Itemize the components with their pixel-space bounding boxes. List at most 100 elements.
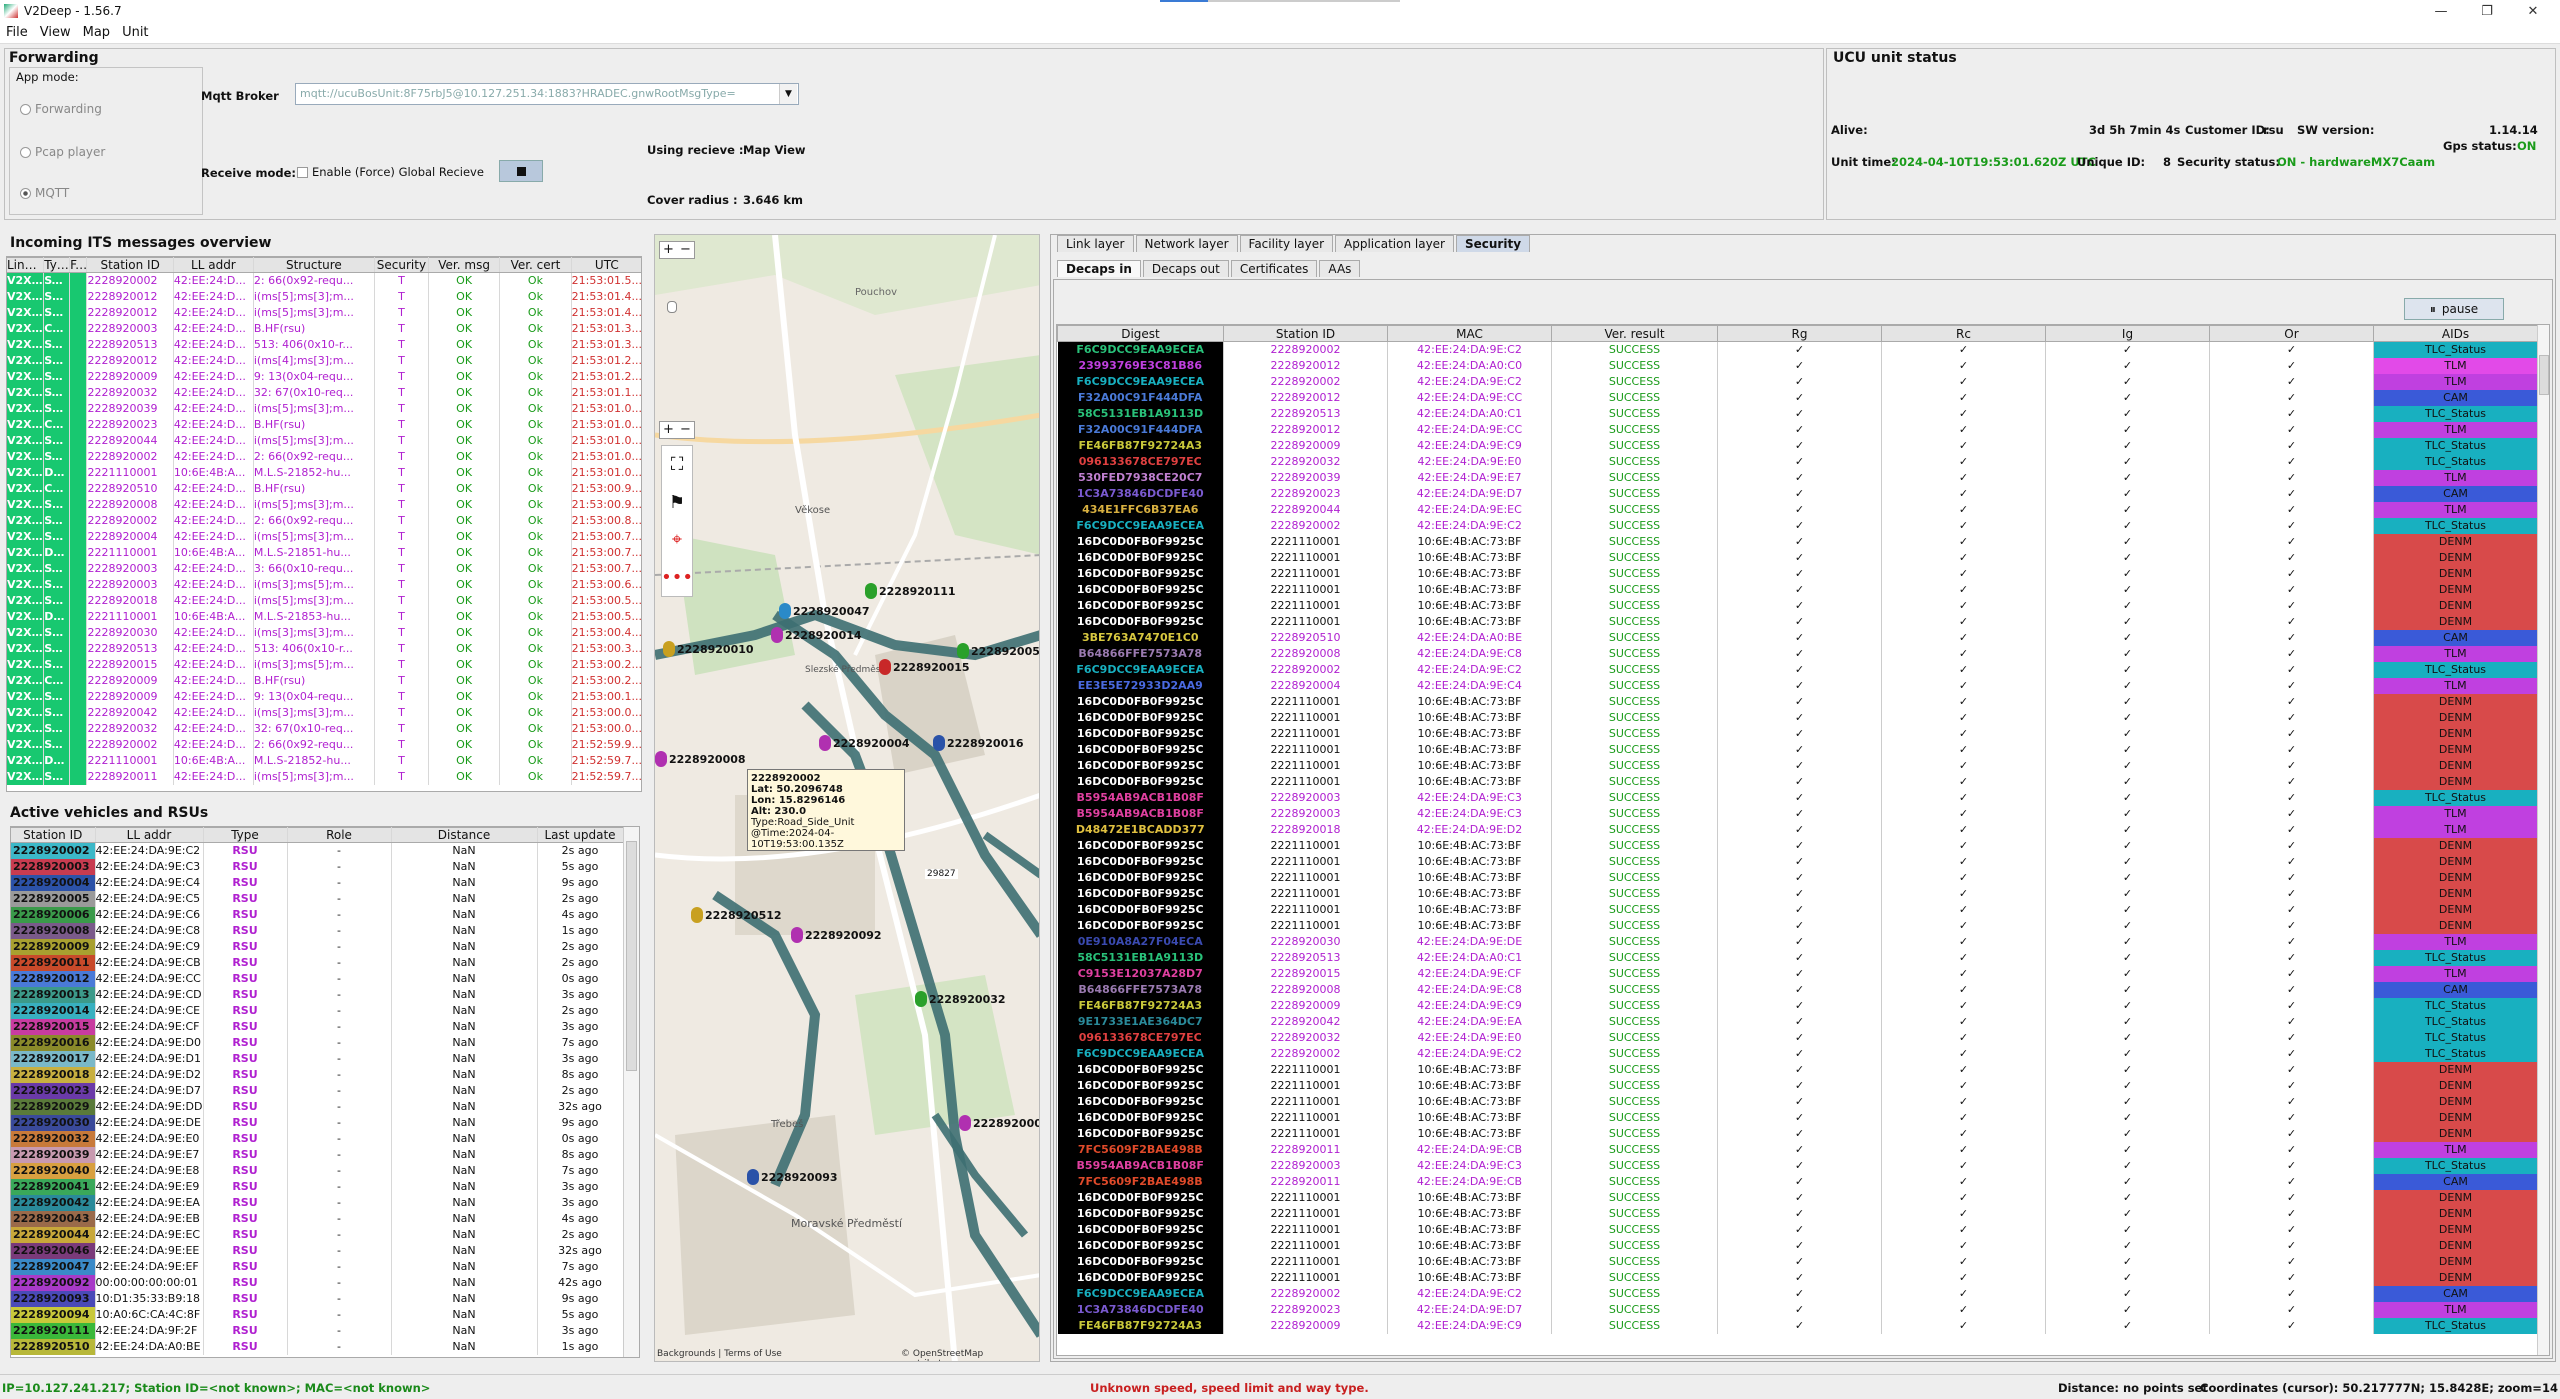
table-row[interactable]: D48472E1BCADD377 2228920018 42:EE:24:DA:9E… [1057,822,2538,838]
table-row[interactable]: 2228920044 42:EE:24:DA:9E:EC RSU - NaN 2s ago [11,1227,624,1243]
column-header[interactable]: Ver. result [1551,325,1718,342]
table-row[interactable]: 16DC0D0FB0F9925C 2221110001 10:6E:4B:AC:73… [1057,566,2538,582]
table-row[interactable]: F6C9DCC9EAA9ECEA 2228920002 42:EE:24:DA:9E… [1057,374,2538,390]
table-row[interactable]: 3BE763A7470E1C0 2228920510 42:EE:24:DA:A0:… [1057,630,2538,646]
table-row[interactable]: V2X... SP... 2228920004 42:EE:24:D... i(ms[5… [7,529,641,545]
table-row[interactable]: 16DC0D0FB0F9925C 2221110001 10:6E:4B:AC:73… [1057,1094,2538,1110]
table-row[interactable]: V2X... SP... 2228920012 42:EE:24:D... i(ms[5… [7,305,641,321]
column-header[interactable]: Digest [1057,325,1224,342]
table-row[interactable]: V2X... SSM 2228920002 42:EE:24:D... 2: 66(0x… [7,513,641,529]
table-row[interactable]: FE46FB87F92724A3 2228920009 42:EE:24:DA:9E… [1057,1318,2538,1334]
table-row[interactable]: 16DC0D0FB0F9925C 2221110001 10:6E:4B:AC:73… [1057,1238,2538,1254]
map-pin[interactable]: 2228920010 [663,641,754,657]
enable-global-checkbox[interactable]: Enable (Force) Global Recieve [297,165,484,179]
table-row[interactable]: 2228920030 42:EE:24:DA:9E:DE RSU - NaN 9s ago [11,1115,624,1131]
zoom-control[interactable]: + − [659,421,695,439]
table-row[interactable]: 2228920005 42:EE:24:DA:9E:C5 RSU - NaN 2s ago [11,891,624,907]
table-row[interactable]: V2X... SP... 2228920011 42:EE:24:D... i(ms[5… [7,769,641,785]
table-row[interactable]: V2X...DE... 222111000110:6E:4B:A...M.L.S-… [7,545,641,561]
map-pin[interactable]: 2228920014 [771,627,862,643]
table-row[interactable]: V2X... SP... 2228920044 42:EE:24:D... i(ms[5… [7,433,641,449]
table-row[interactable]: 7FC5609F2BAE498B 2228920011 42:EE:24:DA:9E… [1057,1174,2538,1190]
table-row[interactable]: 16DC0D0FB0F9925C 2221110001 10:6E:4B:AC:73… [1057,582,2538,598]
table-row[interactable]: V2X... SSM 2228920002 42:EE:24:D... 2: 66(0x… [7,272,641,289]
table-row[interactable]: 2228920003 42:EE:24:DA:9E:C3 RSU - NaN 5s ago [11,859,624,875]
table-row[interactable]: 2228920029 42:EE:24:DA:9E:DD RSU - NaN 32s ag… [11,1099,624,1115]
table-row[interactable]: FE46FB87F92724A3 2228920009 42:EE:24:DA:9E… [1057,998,2538,1014]
column-header[interactable]: Rg [1717,325,1882,342]
column-header[interactable]: Role [287,827,392,843]
table-row[interactable]: 2228920111 42:EE:24:DA:9F:2F RSU - NaN 3s ago [11,1323,624,1339]
minimize-icon[interactable]: — [2418,0,2464,22]
map-pin[interactable]: 2228920111 [865,583,956,599]
table-row[interactable]: 096133678CE797EC 2228920032 42:EE:24:DA:9E… [1057,454,2538,470]
table-row[interactable]: 2228920018 42:EE:24:DA:9E:D2 RSU - NaN 8s ago [11,1067,624,1083]
table-row[interactable]: 2228920093 10:D1:35:33:B9:18 RSU - NaN 9s ago [11,1291,624,1307]
table-row[interactable]: B5954AB9ACB1B08F 2228920003 42:EE:24:DA:9E… [1057,790,2538,806]
table-row[interactable]: V2X... SP... 2228920030 42:EE:24:D... i(ms[3… [7,625,641,641]
column-header[interactable]: Rc [1881,325,2046,342]
map-attribution-left[interactable]: Backgrounds | Terms of Use [657,1349,782,1359]
column-header[interactable]: Ver. msg [428,257,501,273]
table-row[interactable]: V2X... SSM 2228920009 42:EE:24:D... 9: 13(0x… [7,369,641,385]
table-row[interactable]: V2X...DE... 222111000110:6E:4B:A...M.L.S-… [7,609,641,625]
table-row[interactable]: 16DC0D0FB0F9925C 2221110001 10:6E:4B:AC:73… [1057,886,2538,902]
map-pin[interactable]: 2228920002 [959,1115,1039,1131]
radio-pcap[interactable]: Pcap player [20,145,105,159]
table-row[interactable]: B64866FFE7573A78 2228920008 42:EE:24:DA:9E… [1057,982,2538,998]
table-row[interactable]: 434E1FFC6B37EA6 2228920044 42:EE:24:DA:9E:… [1057,502,2538,518]
table-row[interactable]: 0E910A8A27F04ECA 2228920030 42:EE:24:DA:9E… [1057,934,2538,950]
vehicles-scrollbar[interactable] [623,827,639,1357]
table-row[interactable]: 2228920032 42:EE:24:DA:9E:E0 RSU - NaN 0s ago [11,1131,624,1147]
table-row[interactable]: 2228920015 42:EE:24:DA:9E:CF RSU - NaN 3s ago [11,1019,624,1035]
table-row[interactable]: 1C3A73846DCDFE40 2228920023 42:EE:24:DA:9E… [1057,486,2538,502]
table-row[interactable]: 16DC0D0FB0F9925C 2221110001 10:6E:4B:AC:73… [1057,870,2538,886]
column-header[interactable]: Or [2209,325,2374,342]
table-row[interactable]: 16DC0D0FB0F9925C 2221110001 10:6E:4B:AC:73… [1057,1110,2538,1126]
restore-icon[interactable]: ❐ [2464,0,2510,22]
column-header[interactable]: Ver. cert [499,257,572,273]
table-row[interactable]: 1C3A73846DCDFE40 2228920023 42:EE:24:DA:9E… [1057,1302,2538,1318]
column-header[interactable]: Type [203,827,288,843]
table-row[interactable]: V2X... SP... 2228920018 42:EE:24:D... i(ms[5… [7,593,641,609]
table-row[interactable]: V2X... SSM 2228920032 42:EE:24:D... 32: 67(0… [7,721,641,737]
table-row[interactable]: F6C9DCC9EAA9ECEA 2228920002 42:EE:24:DA:9E… [1057,1046,2538,1062]
table-row[interactable]: V2X... SSM 2228920002 42:EE:24:D... 2: 66(0x… [7,737,641,753]
table-row[interactable]: 58C5131EB1A9113D 2228920513 42:EE:24:DA:A0… [1057,950,2538,966]
table-row[interactable]: V2X... SP... 2228920015 42:EE:24:D... i(ms[3… [7,657,641,673]
menu-view[interactable]: View [40,25,71,40]
table-row[interactable]: F6C9DCC9EAA9ECEA 2228920002 42:EE:24:DA:9E… [1057,1286,2538,1302]
table-row[interactable]: 16DC0D0FB0F9925C 2221110001 10:6E:4B:AC:73… [1057,614,2538,630]
map-pin[interactable]: 2228920015 [879,659,970,675]
table-row[interactable]: 16DC0D0FB0F9925C 2221110001 10:6E:4B:AC:73… [1057,694,2538,710]
column-header[interactable]: UTC [571,257,641,273]
column-header[interactable]: LL addr [95,827,204,843]
table-row[interactable]: 16DC0D0FB0F9925C 2221110001 10:6E:4B:AC:73… [1057,1126,2538,1142]
close-icon[interactable]: ✕ [2510,0,2556,22]
table-row[interactable]: B5954AB9ACB1B08F 2228920003 42:EE:24:DA:9E… [1057,1158,2538,1174]
table-row[interactable]: V2X... SP... 2228920042 42:EE:24:D... i(ms[3… [7,705,641,721]
table-row[interactable]: 16DC0D0FB0F9925C 2221110001 10:6E:4B:AC:73… [1057,726,2538,742]
table-row[interactable]: 16DC0D0FB0F9925C 2221110001 10:6E:4B:AC:73… [1057,918,2538,934]
table-row[interactable]: V2X...DE... 222111000110:6E:4B:A...M.L.S-… [7,753,641,769]
column-header[interactable]: Type [43,257,71,273]
table-row[interactable]: V2X... CAM 2228920003 42:EE:24:D... B.HF(rsu… [7,321,641,337]
table-row[interactable]: 23993769E3C81B86 2228920012 42:EE:24:DA:A0… [1057,358,2538,374]
table-row[interactable]: 16DC0D0FB0F9925C 2221110001 10:6E:4B:AC:73… [1057,838,2538,854]
table-row[interactable]: 16DC0D0FB0F9925C 2221110001 10:6E:4B:AC:73… [1057,598,2538,614]
table-row[interactable]: V2X... SSM 2228920002 42:EE:24:D... 2: 66(0x… [7,449,641,465]
table-row[interactable]: 2228920009 42:EE:24:DA:9E:C9 RSU - NaN 2s ago [11,939,624,955]
table-row[interactable]: 16DC0D0FB0F9925C 2221110001 10:6E:4B:AC:73… [1057,1270,2538,1286]
map-pin[interactable]: 2228920004 [819,735,910,751]
tab-link-layer[interactable]: Link layer [1057,235,1134,252]
table-row[interactable]: 16DC0D0FB0F9925C 2221110001 10:6E:4B:AC:73… [1057,1190,2538,1206]
table-row[interactable]: 16DC0D0FB0F9925C 2221110001 10:6E:4B:AC:73… [1057,1222,2538,1238]
table-row[interactable]: V2X... CAM 2228920023 42:EE:24:D... B.HF(rsu… [7,417,641,433]
decaps-scrollbar[interactable] [2537,325,2549,1355]
table-row[interactable]: 2228920006 42:EE:24:DA:9E:C6 RSU - NaN 4s ago [11,907,624,923]
pause-button[interactable]: ⏸ pause [2404,298,2504,320]
column-header[interactable]: MAC [1387,325,1552,342]
map-view[interactable]: + − + − ⛶ ⚑ ⌖ ••• Pouchov Věkose Slezské P… [654,234,1040,1362]
column-header[interactable]: Ig [2045,325,2210,342]
table-row[interactable]: 2228920023 42:EE:24:DA:9E:D7 RSU - NaN 2s ago [11,1083,624,1099]
